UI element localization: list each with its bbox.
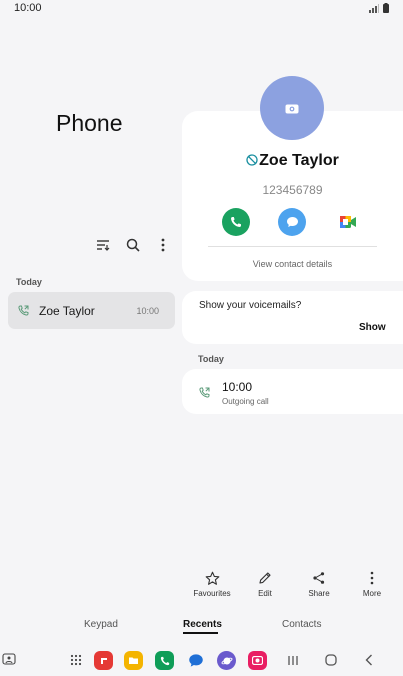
more-options-button[interactable] (154, 236, 172, 254)
more-label: More (362, 589, 382, 598)
flipboard-icon (100, 657, 107, 664)
recent-call-time: 10:00 (136, 306, 159, 316)
message-icon (286, 217, 298, 227)
video-call-button[interactable] (334, 208, 362, 236)
divider (208, 246, 377, 247)
status-time: 10:00 (14, 2, 42, 14)
view-contact-details-link[interactable]: View contact details (182, 259, 403, 269)
tab-recents[interactable]: Recents (183, 619, 222, 630)
pencil-icon (259, 572, 271, 584)
dock-app-messages[interactable] (186, 651, 205, 670)
share-button[interactable]: Share (296, 570, 342, 598)
call-log-entry[interactable] (182, 369, 403, 414)
camera-icon (285, 104, 299, 113)
recent-call-item[interactable]: Zoe Taylor 10:00 (8, 292, 175, 329)
contact-name: Zoe Taylor (259, 152, 339, 169)
voicemail-card (182, 291, 403, 344)
recent-call-name: Zoe Taylor (39, 304, 95, 318)
tab-keypad[interactable]: Keypad (84, 619, 118, 630)
more-button[interactable]: More (349, 570, 395, 598)
dock-app-internet[interactable] (217, 651, 236, 670)
status-bar: 10:00 (0, 0, 403, 18)
avatar[interactable] (260, 76, 324, 140)
show-voicemail-button[interactable]: Show (359, 322, 386, 333)
filter-icon (97, 240, 110, 251)
contact-number: 123456789 (262, 183, 323, 197)
record-icon (252, 656, 263, 665)
call-log-section-label: Today (198, 354, 224, 364)
list-toolbar (94, 236, 172, 254)
call-log-type: Outgoing call (222, 397, 269, 406)
search-button[interactable] (124, 236, 142, 254)
dock-app-files[interactable] (124, 651, 143, 670)
message-icon (188, 654, 203, 667)
message-button[interactable] (278, 208, 306, 236)
blocked-icon (246, 154, 258, 166)
home-icon[interactable] (325, 654, 337, 666)
outgoing-call-icon (18, 305, 29, 316)
page-title: Phone (56, 110, 123, 136)
share-label: Share (308, 589, 330, 598)
battery-icon (383, 3, 389, 13)
dock-app-screen-recorder[interactable] (248, 651, 267, 670)
favourites-label: Favourites (193, 589, 231, 598)
phone-icon (231, 217, 241, 227)
phone-icon (160, 656, 169, 665)
more-vertical-icon (161, 238, 165, 252)
filter-button[interactable] (94, 236, 112, 254)
dock-app-phone[interactable] (155, 651, 174, 670)
tab-contacts[interactable]: Contacts (282, 619, 321, 630)
active-tab-indicator (183, 632, 218, 634)
star-icon (205, 571, 219, 585)
outgoing-call-icon (199, 387, 210, 398)
meet-video-icon (340, 216, 356, 228)
dock-app-flipboard[interactable] (94, 651, 113, 670)
planet-icon (221, 657, 232, 664)
favourites-button[interactable]: Favourites (189, 570, 235, 598)
screen-assistant-icon[interactable] (2, 653, 16, 666)
call-log-time: 10:00 (222, 380, 253, 394)
search-icon (126, 238, 140, 252)
voicemail-question: Show your voicemails? (199, 300, 302, 311)
status-icons (369, 3, 389, 13)
share-icon (313, 572, 325, 584)
signal-icon (369, 4, 379, 13)
edit-label: Edit (258, 589, 272, 598)
recent-apps-icon[interactable] (287, 655, 299, 666)
more-vertical-icon (370, 571, 374, 585)
contact-name-row: Zoe Taylor (182, 152, 403, 170)
edit-button[interactable]: Edit (242, 570, 288, 598)
section-label-today: Today (16, 277, 42, 287)
voice-call-button[interactable] (222, 208, 250, 236)
back-icon[interactable] (365, 654, 373, 666)
folder-icon (129, 657, 138, 664)
apps-grid-icon[interactable] (70, 654, 82, 666)
